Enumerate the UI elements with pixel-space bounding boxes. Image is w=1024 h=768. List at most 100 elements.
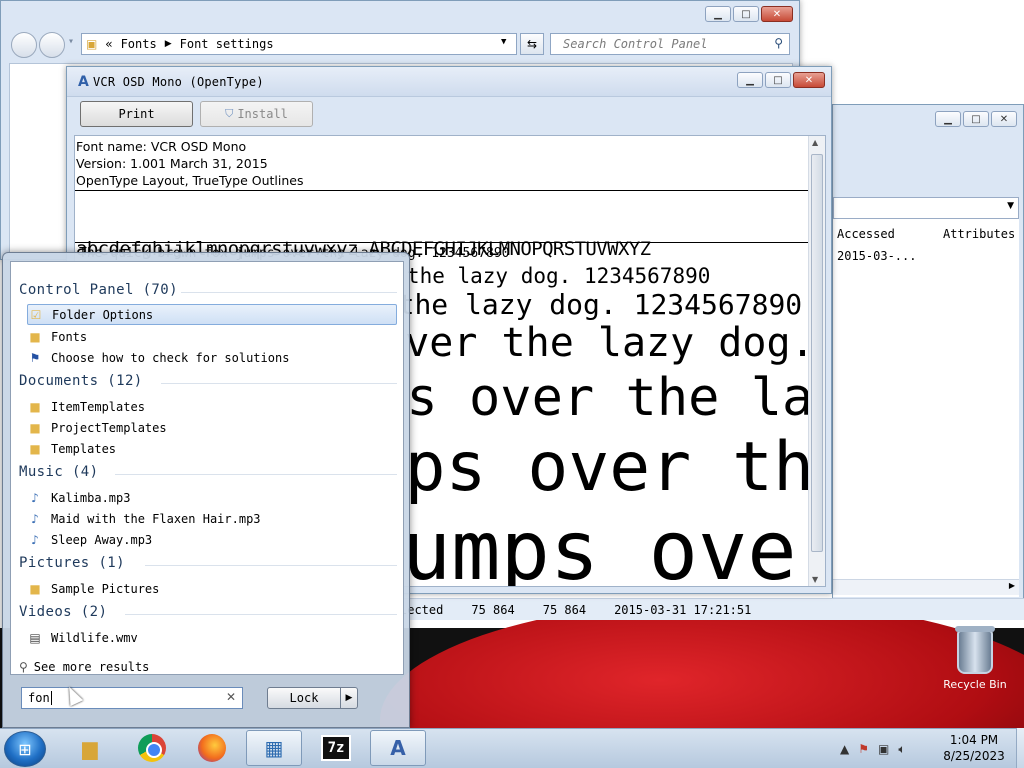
taskbar-control-panel[interactable]: ▦ [246, 730, 302, 766]
show-hidden-icons-icon[interactable]: ▲ [840, 742, 849, 756]
chevron-down-icon: ▼ [1007, 201, 1014, 211]
chrome-icon [138, 734, 166, 762]
volume-icon[interactable]: 🔈︎ [898, 742, 905, 757]
scroll-right-icon[interactable]: ▶ [1009, 581, 1015, 590]
close-button[interactable]: ✕ [761, 6, 793, 22]
folder-icon: ▆ [82, 736, 98, 760]
see-more-label: See more results [33, 660, 150, 674]
scroll-thumb[interactable] [811, 154, 823, 552]
result-sleep-away[interactable]: ♪ Sleep Away.mp3 [27, 529, 397, 550]
recycle-bin[interactable]: Recycle Bin [940, 626, 1010, 691]
chevron-right-icon: ▶ [345, 693, 353, 703]
system-tray: ▲ ⚑ ▣ 🔈︎ [840, 736, 915, 762]
see-more-results-link[interactable]: ⚲ See more results [19, 660, 149, 674]
horizontal-scrollbar[interactable]: ▶ [833, 579, 1019, 595]
result-label: Sleep Away.mp3 [51, 532, 153, 547]
network-icon[interactable]: ▣ [878, 742, 889, 756]
divider [115, 474, 397, 475]
details-dropdown[interactable]: ▼ [833, 197, 1019, 219]
font-app-icon: A [78, 74, 89, 90]
refresh-button[interactable]: ⇆ [520, 33, 544, 55]
breadcrumb-font-settings[interactable]: Font settings [180, 37, 274, 51]
result-check-solutions[interactable]: ⚑ Choose how to check for solutions [27, 347, 397, 368]
status-bar: lected 75 864 75 864 2015-03-31 17:21:51 [400, 598, 1024, 620]
taskbar-firefox[interactable] [184, 730, 240, 766]
print-button[interactable]: Print [80, 101, 193, 127]
result-wildlife[interactable]: ▤ Wildlife.wmv [27, 627, 397, 648]
recycle-bin-icon [955, 626, 995, 674]
column-header-attributes[interactable]: Attributes [943, 227, 1015, 247]
show-desktop-button[interactable] [1016, 728, 1024, 768]
start-button[interactable]: ⊞ [4, 731, 46, 767]
group-videos[interactable]: Videos (2) [19, 604, 107, 620]
install-button[interactable]: ⛉ Install [200, 101, 313, 127]
result-folder-options[interactable]: ☑ Folder Options [27, 304, 397, 325]
result-kalimba[interactable]: ♪ Kalimba.mp3 [27, 487, 397, 508]
minimize-button[interactable]: ▁ [737, 72, 763, 88]
chevron-right-icon: ▶ [164, 39, 172, 49]
taskbar-chrome[interactable] [124, 730, 180, 766]
refresh-icon: ⇆ [526, 37, 538, 51]
group-control-panel[interactable]: Control Panel (70) [19, 282, 178, 298]
search-input[interactable]: Search Control Panel ⚲ [550, 33, 790, 55]
forward-button[interactable] [39, 32, 65, 58]
taskbar-font-viewer[interactable]: A [370, 730, 426, 766]
result-label: Choose how to check for solutions [51, 350, 290, 365]
close-button[interactable]: ✕ [991, 111, 1017, 127]
power-options-button[interactable]: ▶ [340, 687, 358, 709]
firefox-icon [198, 734, 226, 762]
group-documents[interactable]: Documents (12) [19, 373, 143, 389]
start-search-input[interactable]: fon ✕ [21, 687, 243, 709]
font-info: Font name: VCR OSD Mono Version: 1.001 M… [75, 138, 303, 189]
search-icon[interactable]: ⚲ [774, 36, 783, 50]
close-button[interactable]: ✕ [793, 72, 825, 88]
window-title: VCR OSD Mono (OpenType) [93, 75, 264, 89]
action-center-flag-icon[interactable]: ⚑ [858, 742, 869, 756]
group-music[interactable]: Music (4) [19, 464, 98, 480]
result-label: Fonts [51, 329, 88, 344]
search-icon: ⚲ [19, 660, 28, 674]
folder-icon: ■ [29, 329, 41, 344]
column-header-accessed[interactable]: Accessed [837, 227, 895, 247]
scroll-down-icon[interactable]: ▼ [812, 575, 818, 584]
font-viewer-caption-buttons: ▁ □ ✕ [735, 72, 825, 88]
taskbar-7zip[interactable]: 7z [308, 730, 364, 766]
clock-date: 8/25/2023 [943, 749, 1005, 763]
result-label: Sample Pictures [51, 581, 160, 596]
text-caret [50, 691, 52, 705]
maximize-button[interactable]: □ [963, 111, 989, 127]
group-pictures[interactable]: Pictures (1) [19, 555, 125, 571]
taskbar-clock[interactable]: 1:04 PM 8/25/2023 [936, 732, 1012, 764]
result-fonts[interactable]: ■ Fonts [27, 326, 397, 347]
minimize-button[interactable]: ▁ [935, 111, 961, 127]
result-label: Templates [51, 441, 117, 456]
address-bar[interactable]: ▣ « Fonts ▶ Font settings [81, 33, 517, 55]
status-size-b: 75 864 [542, 602, 587, 617]
divider [75, 242, 811, 243]
video-file-icon: ▤ [29, 630, 41, 645]
taskbar-explorer[interactable]: ▆ [62, 730, 118, 766]
maximize-button[interactable]: □ [765, 72, 791, 88]
vertical-scrollbar[interactable]: ▲ ▼ [808, 136, 825, 586]
minimize-button[interactable]: ▁ [705, 6, 731, 22]
result-sample-pictures[interactable]: ■ Sample Pictures [27, 578, 397, 599]
result-projecttemplates[interactable]: ■ ProjectTemplates [27, 417, 397, 438]
result-label: Wildlife.wmv [51, 630, 138, 645]
font-viewer-titlebar[interactable]: VCR OSD Mono (OpenType) [67, 67, 831, 97]
maximize-button[interactable]: □ [733, 6, 759, 22]
recent-pages-icon[interactable]: ▾ [68, 36, 74, 47]
breadcrumb-overflow[interactable]: « [105, 37, 112, 51]
folder-icon: ■ [29, 420, 41, 435]
clear-icon[interactable]: ✕ [226, 690, 236, 704]
chevron-down-icon[interactable]: ▼ [501, 37, 506, 47]
lock-button[interactable]: Lock [267, 687, 341, 709]
result-templates[interactable]: ■ Templates [27, 438, 397, 459]
divider [75, 190, 811, 191]
back-button[interactable] [11, 32, 37, 58]
scroll-up-icon[interactable]: ▲ [812, 138, 818, 147]
result-itemtemplates[interactable]: ■ ItemTemplates [27, 396, 397, 417]
result-maid-flaxen-hair[interactable]: ♪ Maid with the Flaxen Hair.mp3 [27, 508, 397, 529]
explorer-caption-buttons: ▁ □ ✕ [703, 6, 793, 22]
print-label: Print [118, 107, 155, 121]
breadcrumb-fonts[interactable]: Fonts [121, 37, 157, 51]
